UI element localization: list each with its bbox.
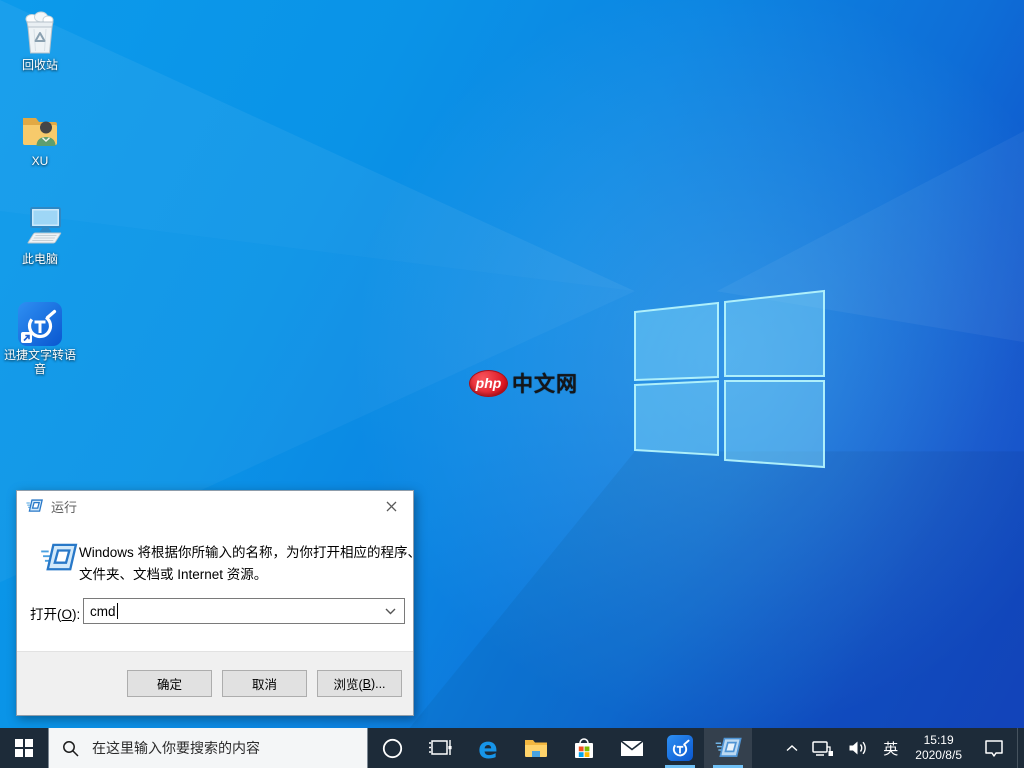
run-dialog-title: 运行 — [51, 499, 78, 515]
browse-label-mnemonic: B — [362, 676, 371, 691]
chevron-up-icon — [786, 744, 798, 751]
open-label-prefix: 打开( — [30, 607, 62, 622]
volume-button[interactable] — [841, 728, 875, 768]
close-button[interactable] — [369, 491, 413, 521]
show-hidden-icons-button[interactable] — [779, 728, 805, 768]
run-dialog-titlebar-icon — [26, 499, 43, 512]
network-icon — [812, 740, 834, 756]
cortana-button[interactable] — [368, 728, 416, 768]
cortana-icon — [382, 738, 402, 758]
run-icon — [41, 543, 78, 571]
edge-icon: e — [478, 730, 498, 765]
action-center-icon — [985, 739, 1003, 757]
store-button[interactable] — [560, 728, 608, 768]
text-caret — [116, 603, 118, 619]
close-icon — [386, 501, 396, 511]
user-folder-icon — [23, 118, 57, 146]
browse-label-suffix: )... — [370, 676, 386, 691]
taskbar-search[interactable] — [48, 728, 368, 768]
recycle-bin-icon — [25, 11, 54, 54]
action-center-button[interactable] — [971, 728, 1017, 768]
description-line: 文件夹、文档或 Internet 资源。 — [79, 567, 268, 582]
desktop-icon-label: XU — [31, 154, 49, 168]
desktop-icon-label: 此电脑 — [21, 252, 58, 266]
text-to-speech-app-taskbar-button[interactable] — [656, 728, 704, 768]
this-pc-icon — [27, 207, 62, 244]
file-explorer-icon — [525, 740, 547, 757]
run-dialog: 运行 Windows 将根据你所输入的名称，为你打开相应的程序、 文件夹、文档或… — [16, 490, 421, 716]
store-icon — [575, 738, 593, 758]
ime-language-indicator[interactable]: 英 — [875, 728, 906, 768]
text-to-speech-app-icon — [18, 302, 62, 346]
mail-button[interactable] — [608, 728, 656, 768]
clock-date: 2020/8/5 — [915, 748, 962, 762]
open-combobox[interactable]: cmd — [83, 598, 405, 624]
speaker-icon — [849, 741, 867, 755]
open-label-mnemonic: O — [61, 607, 73, 622]
screen: 回收站 XU 此电脑 迅捷文字转语音 php 中文网 运行 Windows 将根… — [0, 0, 1024, 768]
taskbar-clock[interactable]: 15:19 2020/8/5 — [906, 728, 971, 768]
windows-logo-wallpaper — [634, 289, 825, 469]
open-label-suffix: ): — [72, 607, 81, 622]
windows-start-icon — [15, 739, 33, 757]
run-dialog-description: Windows 将根据你所输入的名称，为你打开相应的程序、 文件夹、文档或 In… — [79, 542, 421, 586]
desktop-icon-label: 迅捷文字转语音 — [3, 348, 76, 376]
desktop-icon-label: 回收站 — [21, 58, 58, 72]
open-field-label: 打开(O): — [30, 603, 80, 623]
php-badge: php — [469, 369, 508, 397]
ok-button[interactable]: 确定 — [127, 670, 212, 697]
file-explorer-button[interactable] — [512, 728, 560, 768]
open-input-value: cmd — [90, 603, 116, 619]
clock-time: 15:19 — [923, 733, 954, 747]
watermark-title: 中文网 — [512, 373, 578, 396]
run-dialog-titlebar[interactable]: 运行 — [17, 491, 413, 521]
edge-button[interactable]: e — [464, 728, 512, 768]
php-site-watermark: php 中文网 — [469, 368, 578, 398]
taskbar: e — [0, 728, 1024, 768]
desktop-icon-recycle-bin[interactable]: 回收站 — [1, 8, 79, 72]
search-icon — [63, 740, 79, 757]
start-button[interactable] — [0, 728, 48, 768]
run-dialog-footer: 确定 取消 浏览(B)... — [17, 651, 413, 715]
cancel-button[interactable]: 取消 — [222, 670, 307, 697]
run-dialog-taskbar-button[interactable] — [704, 728, 752, 768]
desktop-icon-user-folder[interactable]: XU — [1, 106, 79, 168]
browse-label-prefix: 浏览( — [333, 678, 363, 692]
system-tray: 英 15:19 2020/8/5 — [779, 728, 1024, 768]
browse-button[interactable]: 浏览(B)... — [317, 670, 402, 697]
task-view-button[interactable] — [416, 728, 464, 768]
text-to-speech-app-icon — [667, 735, 693, 761]
description-line: Windows 将根据你所输入的名称，为你打开相应的程序、 — [79, 545, 422, 560]
run-icon — [715, 737, 742, 757]
desktop-icon-text-to-speech-app[interactable]: 迅捷文字转语音 — [1, 302, 79, 376]
network-button[interactable] — [805, 728, 841, 768]
mail-icon — [620, 739, 644, 756]
chevron-down-icon[interactable] — [385, 608, 396, 615]
search-input[interactable] — [90, 739, 334, 757]
task-view-icon — [429, 740, 452, 755]
show-desktop-button[interactable] — [1017, 728, 1024, 768]
desktop-icon-this-pc[interactable]: 此电脑 — [1, 204, 79, 266]
